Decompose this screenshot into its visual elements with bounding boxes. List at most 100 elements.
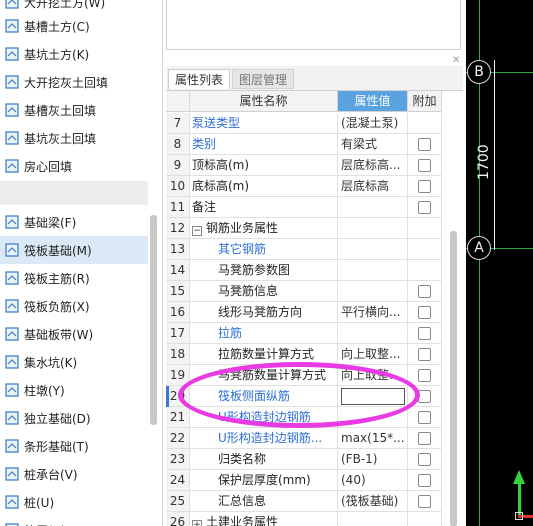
property-row[interactable]: 12− 钢筋业务属性 [166, 218, 442, 239]
property-value[interactable]: 平行横向... [338, 302, 408, 323]
property-value[interactable]: (筏板基础) [338, 491, 408, 512]
property-row[interactable]: 13 其它钢筋 [166, 239, 442, 260]
add-checkbox[interactable] [418, 474, 431, 487]
property-name-cell[interactable]: + 土建业务属性 [190, 512, 338, 526]
property-value[interactable] [338, 218, 408, 239]
property-name-cell[interactable]: 备注 [190, 197, 338, 218]
nav-item[interactable]: 基槽灰土回填 [0, 96, 148, 124]
property-value[interactable] [338, 281, 408, 302]
add-checkbox[interactable] [418, 348, 431, 361]
property-name-cell[interactable]: 拉筋 [190, 323, 338, 344]
nav-scrollbar[interactable] [150, 215, 157, 425]
tab-property-list[interactable]: 属性列表 [168, 69, 231, 89]
property-name-cell[interactable]: 类别 [190, 134, 338, 155]
add-checkbox[interactable] [418, 369, 431, 382]
nav-item[interactable]: 条形基础(T) [0, 432, 148, 460]
nav-item[interactable]: 基础板带(W) [0, 320, 148, 348]
property-row[interactable]: 25 汇总信息 (筏板基础) [166, 491, 442, 512]
drawing-canvas[interactable]: B A 1700 [466, 0, 533, 526]
nav-item[interactable]: 独立基础(D) [0, 404, 148, 432]
property-name-cell[interactable]: − 钢筋业务属性 [190, 218, 338, 239]
add-checkbox[interactable] [418, 453, 431, 466]
tab-layer-management[interactable]: 图层管理 [232, 69, 295, 89]
close-icon[interactable]: ✕ [452, 55, 460, 66]
property-value[interactable]: (混凝土泵) [338, 113, 408, 134]
property-value[interactable]: (40) [338, 470, 408, 491]
property-name-cell[interactable]: 顶标高(m) [190, 155, 338, 176]
property-value[interactable]: 有梁式 [338, 134, 408, 155]
nav-item[interactable]: 基坑灰土回填 [0, 124, 148, 152]
property-name-cell[interactable]: U形构造封边钢筋... [190, 428, 338, 449]
property-row[interactable]: 10 底标高(m) 层底标高 [166, 176, 442, 197]
property-name-cell[interactable]: 其它钢筋 [190, 239, 338, 260]
property-row[interactable]: 14 马凳筋参数图 [166, 260, 442, 281]
property-value[interactable] [338, 323, 408, 344]
collapse-icon[interactable]: − [192, 226, 202, 236]
add-checkbox[interactable] [418, 432, 431, 445]
nav-item[interactable]: 大开挖灰土回填 [0, 68, 148, 96]
nav-item[interactable]: 基槽土方(C) [0, 12, 148, 40]
property-name-cell[interactable]: 线形马凳筋方向 [190, 302, 338, 323]
nav-item[interactable]: 柱墩(Y) [0, 376, 148, 404]
property-row[interactable]: 17 拉筋 [166, 323, 442, 344]
property-name-cell[interactable]: 保护层厚度(mm) [190, 470, 338, 491]
property-row[interactable]: 24 保护层厚度(mm) (40) [166, 470, 442, 491]
add-checkbox[interactable] [418, 285, 431, 298]
add-checkbox[interactable] [418, 180, 431, 193]
property-row[interactable]: 9 顶标高(m) 层底标高... [166, 155, 442, 176]
property-row[interactable]: 23 归类名称 (FB-1) [166, 449, 442, 470]
property-row[interactable]: 21 U形构造封边钢筋 [166, 407, 442, 428]
property-row[interactable]: 16 线形马凳筋方向 平行横向... [166, 302, 442, 323]
nav-item[interactable]: 筏板基础(M) [0, 236, 148, 264]
nav-item[interactable]: 基础梁(F) [0, 208, 148, 236]
property-name-cell[interactable]: 筏板侧面纵筋 [190, 386, 338, 407]
property-value[interactable] [338, 512, 408, 526]
property-row[interactable]: 11 备注 [166, 197, 442, 218]
property-value[interactable] [338, 260, 408, 281]
property-row[interactable]: 15 马凳筋信息 [166, 281, 442, 302]
property-value[interactable]: 向上取整... [338, 365, 408, 386]
property-row[interactable]: 26 + 土建业务属性 [166, 512, 442, 526]
property-value[interactable] [338, 407, 408, 428]
property-name-cell[interactable]: 泵送类型 [190, 113, 338, 134]
nav-item[interactable]: 桩(U) [0, 488, 148, 516]
add-checkbox[interactable] [418, 411, 431, 424]
property-row[interactable]: 19 马凳筋数量计算方式 向上取整... [166, 365, 442, 386]
add-checkbox[interactable] [418, 327, 431, 340]
property-grid-scrollbar[interactable] [450, 231, 457, 526]
property-name-cell[interactable]: 马凳筋信息 [190, 281, 338, 302]
property-name-cell[interactable]: 马凳筋参数图 [190, 260, 338, 281]
add-checkbox[interactable] [418, 306, 431, 319]
property-row[interactable]: 22 U形构造封边钢筋... max(15*... [166, 428, 442, 449]
add-checkbox[interactable] [418, 159, 431, 172]
property-row[interactable]: 8 类别 有梁式 [166, 134, 442, 155]
property-row[interactable]: 18 拉筋数量计算方式 向上取整... [166, 344, 442, 365]
property-name-cell[interactable]: 汇总信息 [190, 491, 338, 512]
add-checkbox[interactable] [418, 138, 431, 151]
nav-item[interactable]: 房心回填 [0, 152, 148, 180]
property-name-cell[interactable]: U形构造封边钢筋 [190, 407, 338, 428]
property-row[interactable]: 20 筏板侧面纵筋 [166, 386, 442, 407]
property-name-cell[interactable]: 马凳筋数量计算方式 [190, 365, 338, 386]
expand-icon[interactable]: + [192, 520, 202, 526]
property-value[interactable] [338, 197, 408, 218]
property-value[interactable]: (FB-1) [338, 449, 408, 470]
add-checkbox[interactable] [418, 495, 431, 508]
property-value[interactable]: max(15*... [338, 428, 408, 449]
property-value[interactable]: 层底标高... [338, 155, 408, 176]
add-checkbox[interactable] [418, 390, 431, 403]
property-row[interactable]: 7 泵送类型 (混凝土泵) [166, 113, 442, 134]
add-checkbox[interactable] [418, 201, 431, 214]
property-value[interactable] [338, 239, 408, 260]
property-name-cell[interactable]: 归类名称 [190, 449, 338, 470]
nav-item[interactable]: 集水坑(K) [0, 348, 148, 376]
property-name-cell[interactable]: 拉筋数量计算方式 [190, 344, 338, 365]
property-value-editor[interactable] [341, 388, 405, 405]
nav-item[interactable]: 筏板主筋(R) [0, 264, 148, 292]
nav-item[interactable]: 桩承台(V) [0, 460, 148, 488]
nav-item[interactable]: 筏板负筋(X) [0, 292, 148, 320]
property-value[interactable]: 层底标高 [338, 176, 408, 197]
property-value[interactable]: 向上取整... [338, 344, 408, 365]
nav-item[interactable]: 基坑土方(K) [0, 40, 148, 68]
property-name-cell[interactable]: 底标高(m) [190, 176, 338, 197]
